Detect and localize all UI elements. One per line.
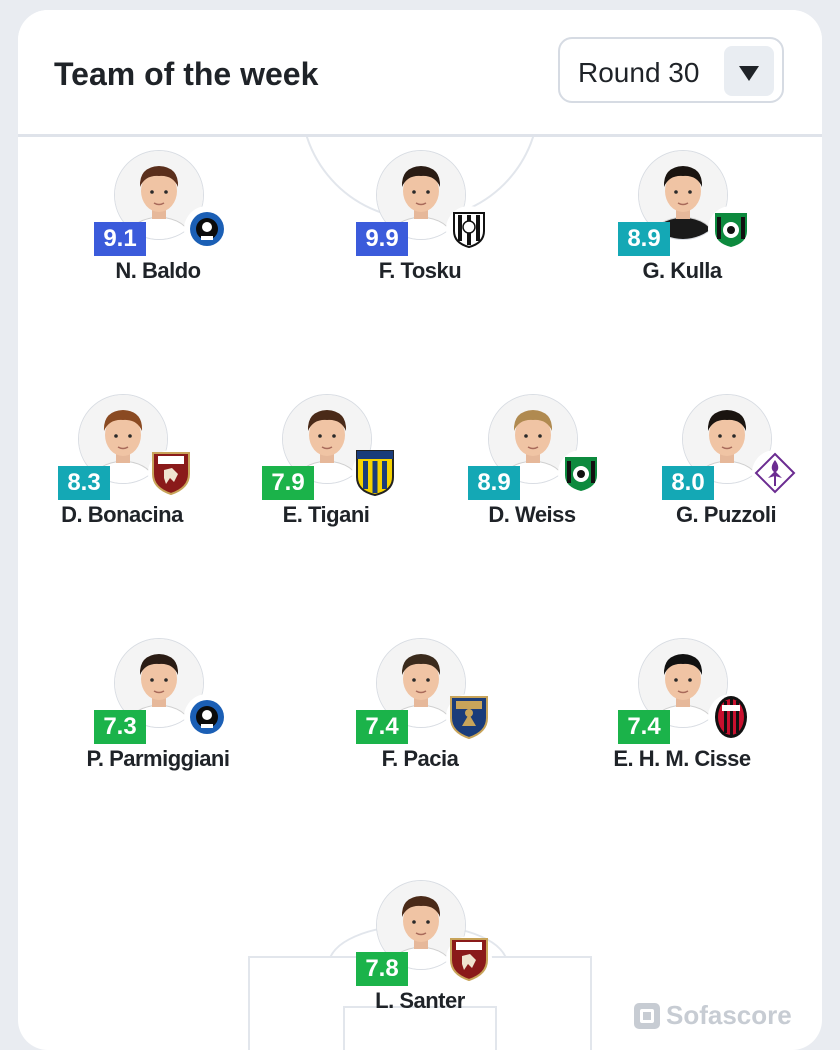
- player-name: E. H. M. Cisse: [613, 746, 751, 771]
- sassuolo-crest-icon: [558, 450, 604, 496]
- dropdown-arrow-button[interactable]: [724, 46, 774, 96]
- rating-badge: 8.9: [468, 466, 520, 500]
- round-select-value: Round 30: [578, 57, 700, 88]
- rating-badge: 8.0: [662, 466, 714, 500]
- page-title: Team of the week: [54, 56, 319, 92]
- player-card[interactable]: 7.3 P. Parmiggiani: [58, 638, 258, 788]
- sofascore-watermark: Sofascore: [634, 1000, 792, 1031]
- player-name: F. Tosku: [378, 258, 462, 283]
- team-of-the-week-card: Team of the week Round 30 9.1 N. Baldo 9.9…: [18, 10, 822, 1050]
- rating-badge: 8.9: [618, 222, 670, 256]
- fiorentina-crest-icon: [752, 450, 798, 496]
- rating-badge: 7.9: [262, 466, 314, 500]
- torino-crest-icon: [148, 450, 194, 496]
- rating-badge: 7.3: [94, 710, 146, 744]
- card-header: Team of the week Round 30: [18, 10, 822, 137]
- player-name: G. Puzzoli: [675, 502, 777, 527]
- player-card[interactable]: 9.1 N. Baldo: [58, 150, 258, 300]
- rating-badge: 8.3: [58, 466, 110, 500]
- atalanta-crest-icon: [184, 694, 230, 740]
- chevron-down-icon: [739, 66, 759, 81]
- watermark-text: Sofascore: [666, 1000, 792, 1030]
- rating-badge: 9.1: [94, 222, 146, 256]
- parma-crest-icon: [352, 450, 398, 497]
- player-name: P. Parmiggiani: [86, 746, 230, 771]
- player-card[interactable]: 8.9 D. Weiss: [432, 394, 632, 544]
- player-name: F. Pacia: [381, 746, 459, 771]
- cesena-crest-icon: [446, 206, 492, 252]
- rating-badge: 7.4: [356, 710, 408, 744]
- player-name: G. Kulla: [642, 258, 722, 283]
- rating-badge: 7.4: [618, 710, 670, 744]
- player-name: E. Tigani: [282, 502, 370, 527]
- player-card[interactable]: 8.0 G. Puzzoli: [626, 394, 822, 544]
- rating-badge: 7.8: [356, 952, 408, 986]
- player-card[interactable]: 7.4 E. H. M. Cisse: [582, 638, 782, 788]
- player-card[interactable]: 7.9 E. Tigani: [226, 394, 426, 544]
- lecce-crest-icon: [446, 694, 492, 740]
- player-name: L. Santer: [375, 988, 465, 1013]
- player-card[interactable]: 7.8 L. Santer: [320, 880, 520, 1030]
- player-card[interactable]: 9.9 F. Tosku: [320, 150, 520, 300]
- milan-crest-icon: [708, 694, 754, 740]
- player-card[interactable]: 8.9 G. Kulla: [582, 150, 782, 300]
- player-name: N. Baldo: [115, 258, 201, 283]
- sassuolo-crest-icon: [708, 206, 754, 252]
- player-card[interactable]: 7.4 F. Pacia: [320, 638, 520, 788]
- torino-crest-icon: [446, 936, 492, 982]
- round-select[interactable]: Round 30: [558, 37, 784, 103]
- atalanta-crest-icon: [184, 206, 230, 252]
- sofascore-logo-icon: [634, 1002, 660, 1029]
- rating-badge: 9.9: [356, 222, 408, 256]
- player-card[interactable]: 8.3 D. Bonacina: [22, 394, 222, 544]
